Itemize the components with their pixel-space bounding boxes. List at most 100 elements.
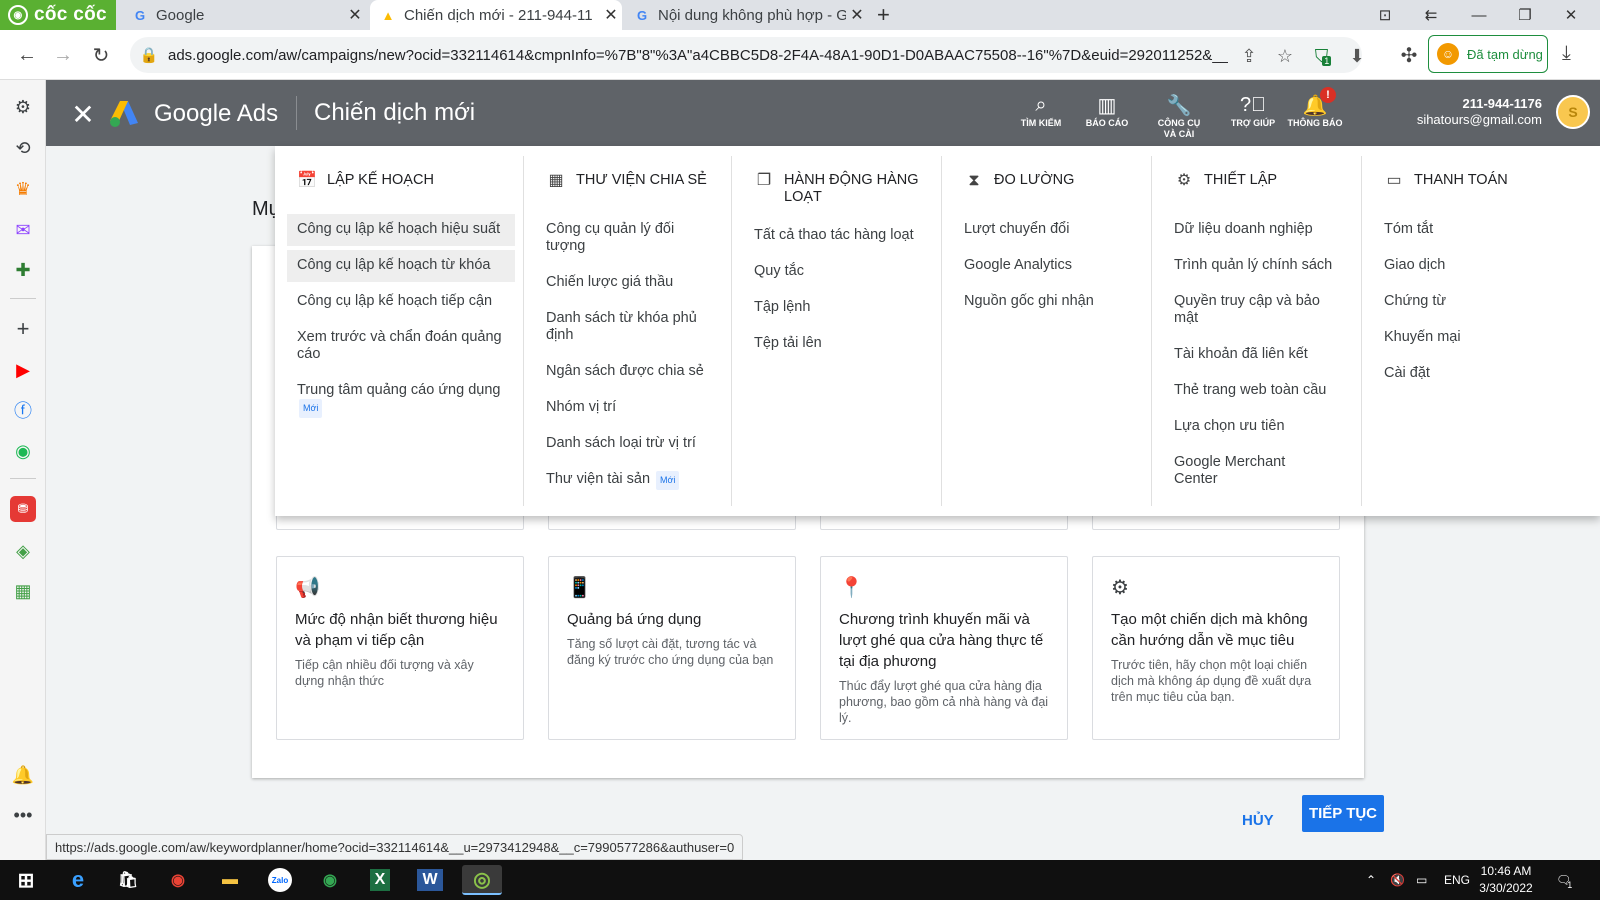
menu-item-preferences[interactable]: Lựa chọn ưu tiên: [1164, 411, 1353, 443]
forward-icon[interactable]: →: [48, 40, 78, 70]
menu-item-reach-planner[interactable]: Công cụ lập kế hoạch tiếp cận: [287, 286, 515, 318]
account-info[interactable]: 211-944-1176 sihatours@gmail.com: [1364, 96, 1542, 128]
download-to-device-icon[interactable]: ⬇: [1344, 44, 1370, 68]
tab-inappropriate-content[interactable]: G Nội dung không phù hợp - G ✕: [624, 0, 868, 30]
spotify-icon[interactable]: ◉: [10, 438, 36, 464]
menu-item-documents[interactable]: Chứng từ: [1374, 286, 1592, 318]
continue-button[interactable]: TIẾP TỤC: [1302, 795, 1384, 832]
menu-item-summary[interactable]: Tóm tắt: [1374, 214, 1592, 246]
menu-item-rules[interactable]: Quy tắc: [744, 256, 933, 288]
menu-item-uploads[interactable]: Tệp tải lên: [744, 328, 933, 360]
menu-item-merchant-center[interactable]: Google Merchant Center: [1164, 447, 1314, 496]
downloads-icon[interactable]: ⤓: [1562, 42, 1571, 65]
header-help-button[interactable]: ?⃝ TRỢ GIÚP: [1218, 92, 1288, 129]
menu-item-conversions[interactable]: Lượt chuyển đổi: [954, 214, 1143, 246]
tab-search-icon[interactable]: ⊡: [1362, 0, 1408, 30]
header-tools-button[interactable]: 🔧 CÔNG CỤ VÀ CÀI: [1144, 92, 1214, 140]
sidebar-bell-icon[interactable]: 🔔: [10, 762, 36, 788]
crown-icon[interactable]: ♛: [10, 176, 36, 202]
back-icon[interactable]: ←: [12, 40, 42, 70]
menu-item-promotions[interactable]: Khuyến mại: [1374, 322, 1592, 354]
menu-item-app-ad-hub[interactable]: Trung tâm quảng cáo ứng dụng Mới: [287, 375, 515, 426]
more-dots-icon[interactable]: •••: [10, 802, 36, 828]
menu-item-ad-preview[interactable]: Xem trước và chẩn đoán quảng cáo: [287, 322, 515, 371]
youtube-icon[interactable]: ▶: [10, 357, 36, 383]
taskbar-clock[interactable]: 10:46 AM 3/30/2022: [1466, 863, 1546, 897]
chrome-icon[interactable]: ◉: [158, 865, 198, 895]
excel-icon[interactable]: X: [360, 865, 400, 895]
close-tab-icon[interactable]: ✕: [344, 5, 366, 25]
menu-item-audience-manager[interactable]: Công cụ quản lý đối tượng: [536, 214, 723, 263]
menu-item-scripts[interactable]: Tập lệnh: [744, 292, 933, 324]
menu-item-policy-manager[interactable]: Trình quản lý chính sách: [1164, 250, 1353, 282]
header-search-button[interactable]: ⌕ TÌM KIẾM: [1006, 92, 1076, 129]
account-avatar[interactable]: S: [1556, 95, 1590, 129]
game-controller-icon[interactable]: ✚: [10, 257, 36, 283]
action-center-icon[interactable]: 🗨 1: [1556, 860, 1572, 900]
minimize-icon[interactable]: —: [1456, 0, 1502, 30]
objective-card-brand-awareness[interactable]: 📢 Mức độ nhận biết thương hiệu và phạm v…: [276, 556, 524, 740]
settings-gear-icon[interactable]: ⚙: [10, 94, 36, 120]
menu-item-linked-accounts[interactable]: Tài khoản đã liên kết: [1164, 339, 1353, 371]
objective-card-app-promotion[interactable]: 📱 Quảng bá ứng dụng Tăng số lượt cài đặt…: [548, 556, 796, 740]
back-arrow-icon[interactable]: ⇇: [1408, 0, 1454, 30]
close-campaign-icon[interactable]: ✕: [68, 98, 98, 131]
battery-icon[interactable]: ▭: [1416, 860, 1427, 900]
menu-item-attribution[interactable]: Nguồn gốc ghi nhận: [954, 286, 1143, 318]
menu-item-shared-budgets[interactable]: Ngân sách được chia sẻ: [536, 356, 723, 388]
coccoc-menu-button[interactable]: ◉ cốc cốc: [0, 0, 116, 30]
chrome-profile-icon[interactable]: ◉: [310, 865, 350, 895]
menu-item-placement-groups[interactable]: Nhóm vị trí: [536, 392, 723, 424]
address-bar[interactable]: 🔒 ads.google.com/aw/campaigns/new?ocid=3…: [130, 37, 1365, 73]
zalo-icon[interactable]: Zalo: [260, 865, 300, 895]
menu-item-keyword-planner[interactable]: Công cụ lập kế hoạch từ khóa: [287, 250, 515, 282]
objective-card-no-goal[interactable]: ⚙ Tạo một chiến dịch mà không cần hướng …: [1092, 556, 1340, 740]
menu-item-negative-keywords[interactable]: Danh sách từ khóa phủ định: [536, 303, 723, 352]
spreadsheet-icon[interactable]: ▦: [10, 578, 36, 604]
cancel-button[interactable]: HỦY: [1232, 804, 1284, 837]
close-tab-icon[interactable]: ✕: [846, 5, 868, 25]
objective-card-local-store[interactable]: 📍 Chương trình khuyến mãi và lượt ghé qu…: [820, 556, 1068, 740]
volume-muted-icon[interactable]: 🔇: [1390, 860, 1405, 900]
menu-item-google-analytics[interactable]: Google Analytics: [954, 250, 1143, 282]
coccoc-taskbar-icon[interactable]: ◎: [462, 865, 502, 895]
menu-item-bid-strategies[interactable]: Chiến lược giá thầu: [536, 267, 723, 299]
history-icon[interactable]: ⟲: [10, 135, 36, 161]
address-url[interactable]: ads.google.com/aw/campaigns/new?ocid=332…: [168, 47, 1228, 64]
file-explorer-icon[interactable]: ▬: [210, 865, 250, 895]
tab-new-campaign[interactable]: ▲ Chiến dịch mới - 211-944-11 ✕: [370, 0, 622, 30]
messenger-icon[interactable]: ✉: [10, 217, 36, 243]
header-notifications-button[interactable]: 🔔! THÔNG BÁO: [1280, 87, 1350, 129]
coccoc-ext-icon[interactable]: ◈: [10, 538, 36, 564]
extensions-puzzle-icon[interactable]: ✣: [1394, 40, 1424, 70]
header-reports-button[interactable]: ▥ BÁO CÁO: [1072, 92, 1142, 129]
secure-lock-icon[interactable]: 🔒: [140, 46, 159, 64]
tab-google[interactable]: G Google ✕: [122, 0, 366, 30]
share-icon[interactable]: ⇪: [1236, 44, 1262, 68]
windows-start-icon[interactable]: ⊞: [6, 865, 46, 895]
menu-item-asset-library[interactable]: Thư viện tài sản Mới: [536, 464, 723, 498]
reload-icon[interactable]: ↻: [86, 40, 116, 70]
word-icon[interactable]: W: [410, 865, 450, 895]
menu-item-placement-exclusions[interactable]: Danh sách loại trừ vị trí: [536, 428, 723, 460]
shopping-bag-icon[interactable]: ⛃: [10, 496, 36, 522]
close-tab-icon[interactable]: ✕: [600, 5, 622, 25]
new-tab-icon[interactable]: +: [877, 2, 890, 28]
menu-item-global-site-tag[interactable]: Thẻ trang web toàn cầu: [1164, 375, 1353, 407]
facebook-icon[interactable]: ⓕ: [10, 397, 36, 423]
close-window-icon[interactable]: ✕: [1548, 0, 1594, 30]
menu-item-all-bulk-actions[interactable]: Tất cả thao tác hàng loạt: [744, 220, 933, 252]
restore-icon[interactable]: ❐: [1502, 0, 1548, 30]
add-icon[interactable]: +: [10, 316, 36, 342]
menu-item-performance-planner[interactable]: Công cụ lập kế hoạch hiệu suất: [287, 214, 515, 246]
bookmark-star-icon[interactable]: ☆: [1272, 44, 1298, 68]
edge-icon[interactable]: e: [58, 865, 98, 895]
menu-item-billing-settings[interactable]: Cài đặt: [1374, 358, 1592, 390]
store-icon[interactable]: 🛍: [108, 865, 148, 895]
menu-item-access-security[interactable]: Quyền truy cập và bảo mật: [1164, 286, 1353, 335]
menu-item-business-data[interactable]: Dữ liệu doanh nghiệp: [1164, 214, 1353, 246]
menu-item-transactions[interactable]: Giao dịch: [1374, 250, 1592, 282]
tray-chevron-icon[interactable]: ⌃: [1366, 860, 1376, 900]
adblock-shield-icon[interactable]: ⛉ 1: [1310, 44, 1336, 68]
profile-paused-button[interactable]: ☺ Đã tạm dừng: [1428, 35, 1548, 73]
